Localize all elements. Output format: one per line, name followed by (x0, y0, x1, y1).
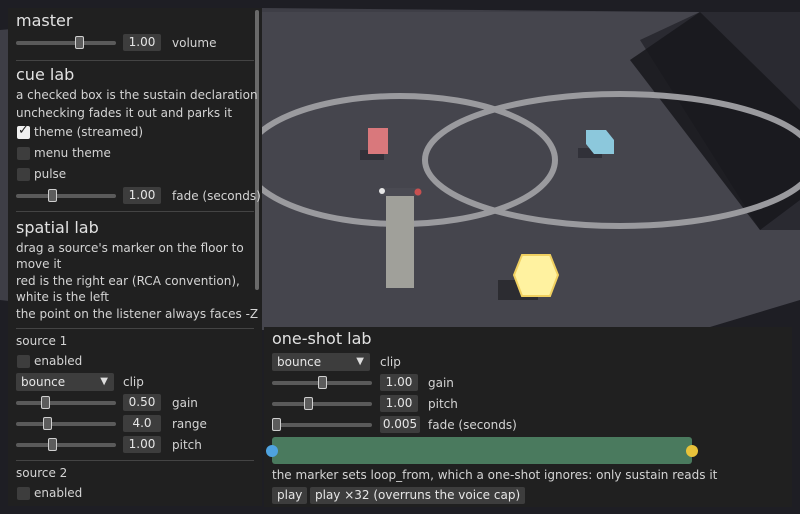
spatial-lab-desc-3: the point on the listener always faces -… (16, 307, 259, 321)
oneshot-pitch-value[interactable]: 1.00 (380, 395, 418, 412)
pulse-checkbox[interactable] (17, 168, 30, 181)
pulse-label: pulse (34, 167, 67, 181)
left-panel: master 1.00 volume cue lab a checked box… (8, 8, 262, 506)
oneshot-pitch-label: pitch (428, 397, 458, 411)
source-marker-red[interactable] (368, 128, 388, 154)
oneshot-title: one-shot lab (272, 329, 372, 348)
slider-thumb[interactable] (317, 376, 327, 389)
master-title: master (16, 11, 73, 30)
left-ear-icon (379, 188, 385, 194)
play-button[interactable]: play (272, 487, 308, 504)
source-1-enabled-checkbox[interactable] (17, 355, 30, 368)
oneshot-panel: one-shot lab bounce ▼ clip 1.00 gain 1.0… (264, 327, 792, 507)
source-1-enabled-label: enabled (34, 354, 83, 368)
slider-thumb[interactable] (75, 36, 85, 49)
source-1-clip-dropdown[interactable]: bounce ▼ (16, 373, 114, 391)
waveform-bar[interactable] (272, 437, 692, 464)
slider-thumb[interactable] (41, 396, 51, 409)
oneshot-gain-label: gain (428, 376, 454, 390)
source-1-gain-value[interactable]: 0.50 (123, 394, 161, 411)
spatial-lab-desc-1a: drag a source's marker on the floor to (16, 241, 244, 255)
slider-thumb[interactable] (47, 438, 57, 451)
slider-thumb[interactable] (47, 189, 57, 202)
master-volume-label: volume (172, 36, 217, 50)
play-x32-button[interactable]: play ×32 (overruns the voice cap) (310, 487, 526, 504)
theme-streamed-label: theme (streamed) (34, 125, 143, 139)
source-2-title: source 2 (16, 466, 68, 480)
source-1-gain-label: gain (172, 396, 198, 410)
oneshot-clip-label: clip (380, 355, 401, 369)
menu-theme-checkbox[interactable] (17, 147, 30, 160)
master-volume-value[interactable]: 1.00 (123, 34, 161, 51)
menu-theme-label: menu theme (34, 146, 111, 160)
slider-thumb[interactable] (272, 418, 281, 431)
loop-end-marker[interactable] (686, 445, 698, 457)
listener-body (386, 194, 414, 288)
oneshot-gain-value[interactable]: 1.00 (380, 374, 418, 391)
source-1-clip-label: clip (123, 375, 144, 389)
oneshot-fade-label: fade (seconds) (428, 418, 517, 432)
cue-lab-desc-1: a checked box is the sustain declaration (16, 88, 258, 102)
chevron-down-icon: ▼ (100, 376, 108, 387)
loop-start-marker[interactable] (266, 445, 278, 457)
right-ear-icon (414, 188, 422, 196)
spatial-lab-desc-2b: white is the left (16, 290, 109, 304)
source-1-range-label: range (172, 417, 207, 431)
source-1-pitch-label: pitch (172, 438, 202, 452)
cue-lab-desc-2: unchecking fades it out and parks it (16, 106, 233, 120)
oneshot-note: the marker sets loop_from, which a one-s… (272, 468, 718, 482)
oneshot-clip-dropdown[interactable]: bounce ▼ (272, 353, 370, 371)
chevron-down-icon: ▼ (356, 356, 364, 367)
source-marker-yellow[interactable] (512, 254, 560, 297)
cue-fade-label: fade (seconds) (172, 189, 261, 203)
oneshot-clip-value: bounce (277, 355, 322, 369)
slider-thumb[interactable] (303, 397, 313, 410)
source-1-pitch-value[interactable]: 1.00 (123, 436, 161, 453)
spatial-lab-desc-1b: move it (16, 257, 62, 271)
source-1-range-value[interactable]: 4.0 (123, 415, 161, 432)
panel-scrollbar[interactable] (255, 10, 259, 290)
theme-streamed-checkbox[interactable] (17, 123, 30, 139)
spatial-lab-title: spatial lab (16, 218, 99, 237)
source-1-title: source 1 (16, 334, 68, 348)
source-2-enabled-label: enabled (34, 486, 83, 500)
source-1-clip-value: bounce (21, 375, 66, 389)
oneshot-fade-value[interactable]: 0.005 (380, 416, 420, 433)
source-2-enabled-checkbox[interactable] (17, 487, 30, 500)
listener-head (380, 188, 420, 196)
slider-thumb[interactable] (43, 417, 53, 430)
cue-lab-title: cue lab (16, 65, 75, 84)
spatial-lab-desc-2a: red is the right ear (RCA convention), (16, 274, 240, 288)
cue-fade-value[interactable]: 1.00 (123, 187, 161, 204)
